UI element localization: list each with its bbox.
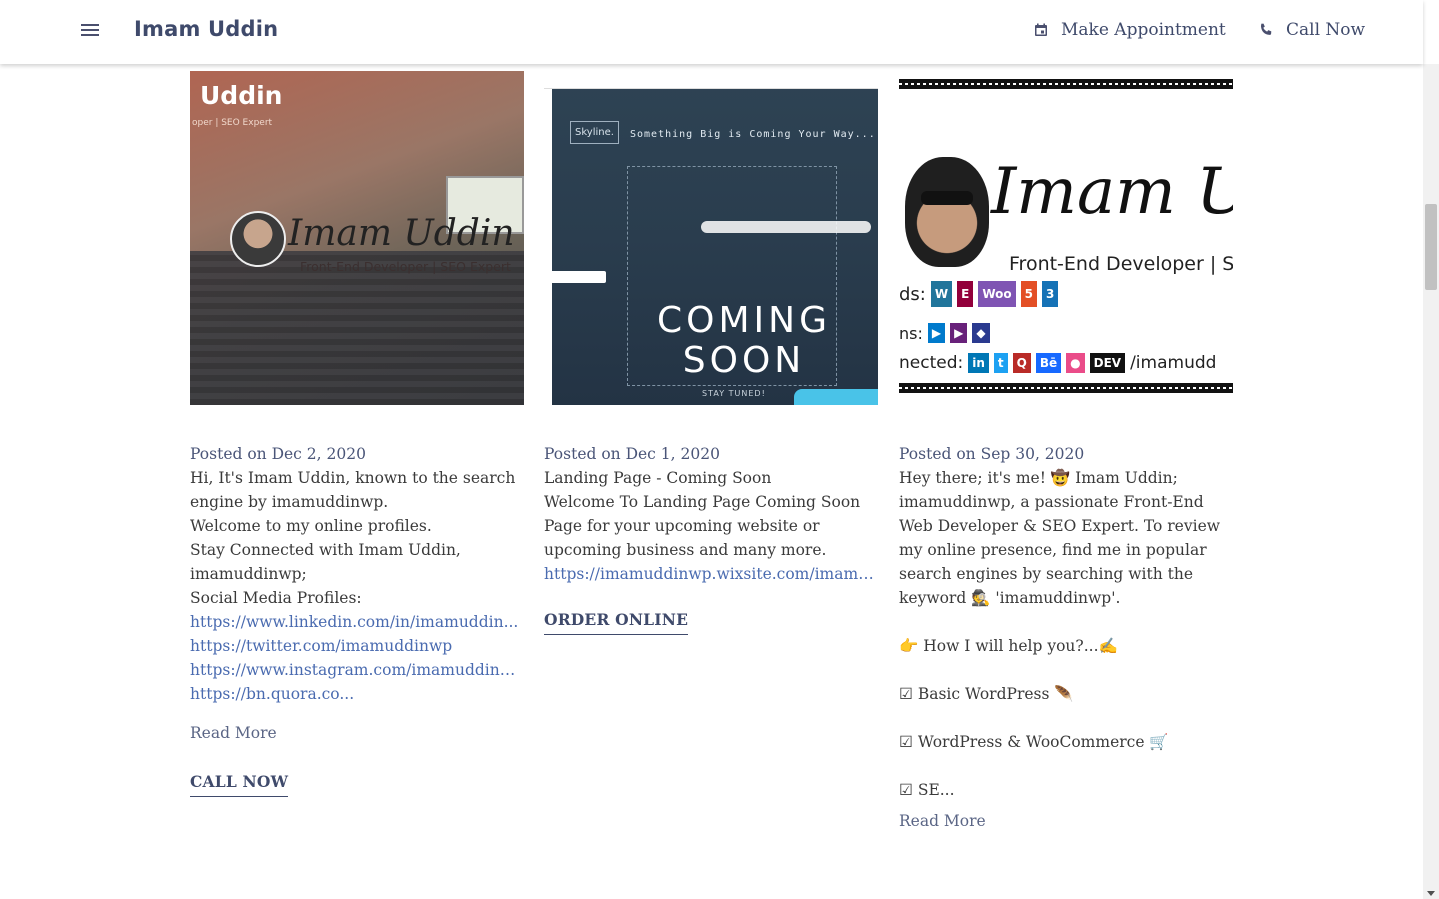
post-thumbnail[interactable]: Skyline. Something Big is Coming Your Wa… — [544, 71, 878, 405]
skills-row: ds: W E Woo 5 3 — [899, 281, 1059, 307]
make-appointment-label: Make Appointment — [1061, 20, 1226, 40]
bullet-line: ☑ Basic WordPress 🪶 — [899, 685, 1074, 703]
menu-icon[interactable] — [78, 21, 102, 43]
bullet-line: ☑ WordPress & WooCommerce 🛒 — [899, 733, 1169, 751]
order-online-button[interactable]: ORDER ONLINE — [544, 610, 689, 635]
post-card: Uddin oper | SEO Expert Imam Uddin Front… — [190, 71, 524, 797]
post-excerpt: Hey there; it's me! 🤠 Imam Uddin; imamud… — [899, 466, 1233, 802]
content-manager-tag — [544, 271, 606, 283]
excerpt-line: Web Developer & SEO Expert. To review — [899, 517, 1221, 535]
linkedin-icon: in — [968, 353, 989, 373]
excerpt-line: engine by imamuddinwp. — [190, 493, 389, 511]
twitter-link[interactable]: https://twitter.com/imamuddinwp — [190, 634, 524, 658]
quora-icon: Q — [1012, 353, 1031, 373]
calendar-icon — [1035, 23, 1047, 36]
css3-icon: 3 — [1041, 281, 1059, 307]
twitter-icon: t — [993, 353, 1008, 373]
excerpt-line: Stay Connected with Imam Uddin, — [190, 541, 461, 559]
behance-icon: Bē — [1035, 353, 1062, 373]
film-strip-divider — [899, 79, 1233, 89]
elementor-icon: E — [957, 281, 974, 307]
post-card: Skyline. Something Big is Coming Your Wa… — [544, 71, 878, 635]
read-more-link[interactable]: Read More — [899, 812, 986, 830]
headline-line: SOON — [682, 340, 806, 381]
editor-sidebar — [544, 89, 552, 405]
editor-toolbar — [544, 71, 878, 89]
vertical-scrollbar[interactable] — [1423, 64, 1439, 899]
signature-text: Imam Ud — [991, 155, 1233, 229]
wixsite-link[interactable]: https://imamuddinwp.wixsite.com/imamu... — [544, 562, 878, 586]
excerpt-line: Social Media Profiles: — [190, 589, 362, 607]
dev-icon: DEV — [1089, 353, 1126, 373]
row-prefix: nected: — [899, 353, 964, 373]
vscode-icon: ▶ — [927, 323, 946, 343]
woocommerce-icon: Woo — [978, 281, 1016, 307]
sunglasses-graphic — [921, 191, 973, 205]
excerpt-line: search engines by searching with the — [899, 565, 1194, 583]
row-prefix: ds: — [899, 283, 926, 305]
post-excerpt: Hi, It's Imam Uddin, known to the search… — [190, 466, 524, 706]
thumbnail-footer: STAY TUNED! — [702, 389, 766, 398]
post-date: Posted on Dec 2, 2020 — [190, 445, 366, 463]
headline-line: COMING — [657, 300, 831, 341]
excerpt-line: Welcome To Landing Page Coming Soon — [544, 493, 861, 511]
excerpt-line: imamuddinwp, a passionate Front-End — [899, 493, 1204, 511]
make-appointment-button[interactable]: Make Appointment — [1033, 20, 1226, 40]
post-excerpt: Landing Page - Coming Soon Welcome To La… — [544, 466, 878, 586]
scroll-down-arrow-icon[interactable] — [1427, 891, 1435, 896]
post-thumbnail[interactable]: Imam Ud Front-End Developer | SEO ds: W … — [899, 71, 1233, 405]
role-text: Front-End Developer | SEO — [1009, 253, 1233, 275]
bullet-line: ☑ SE... — [899, 781, 955, 799]
row-prefix: ns: — [899, 323, 923, 343]
thumbnail-brand: Skyline. — [570, 121, 619, 144]
image-toolbar — [701, 221, 871, 233]
film-strip-divider — [899, 383, 1233, 393]
thumbnail-tagline: Something Big is Coming Your Way... — [630, 129, 876, 140]
chat-widget — [794, 389, 878, 405]
read-more-link[interactable]: Read More — [190, 724, 277, 742]
excerpt-line: imamuddinwp; — [190, 565, 307, 583]
post-thumbnail[interactable]: Uddin oper | SEO Expert Imam Uddin Front… — [190, 71, 524, 405]
thumbnail-title: Uddin — [200, 81, 283, 110]
dribbble-icon: ● — [1066, 353, 1085, 373]
row-suffix: /imamudd — [1130, 353, 1217, 373]
avatar — [230, 211, 286, 267]
role-text: Front-End Developer | SEO Expert — [300, 259, 511, 274]
visual-studio-icon: ▶ — [950, 323, 968, 343]
coming-soon-headline: COMING SOON — [644, 301, 844, 381]
site-brand[interactable]: Imam Uddin — [134, 17, 278, 41]
quora-link[interactable]: https://bn.quora.co... — [190, 682, 524, 706]
tools-row: ns: ▶ ▶ ◆ — [899, 323, 990, 343]
excerpt-line: Landing Page - Coming Soon — [544, 469, 772, 487]
html5-icon: 5 — [1020, 281, 1037, 307]
wordpress-icon: W — [930, 281, 953, 307]
audience-image — [190, 251, 524, 405]
call-now-cta-button[interactable]: CALL NOW — [190, 772, 289, 797]
tool-icon: ◆ — [972, 323, 990, 343]
social-row: nected: in t Q Bē ● DEV /imamudd — [899, 353, 1216, 373]
excerpt-line: my online presence, find me in popular — [899, 541, 1207, 559]
excerpt-line: upcoming business and many more. — [544, 541, 827, 559]
excerpt-line: Hi, It's Imam Uddin, known to the search — [190, 469, 516, 487]
post-date: Posted on Dec 1, 2020 — [544, 445, 720, 463]
excerpt-line: keyword 🕵 'imamuddinwp'. — [899, 589, 1121, 607]
post-date: Posted on Sep 30, 2020 — [899, 445, 1085, 463]
linkedin-link[interactable]: https://www.linkedin.com/in/imamuddin... — [190, 610, 524, 634]
avatar — [905, 157, 989, 267]
excerpt-line: Page for your upcoming website or — [544, 517, 820, 535]
bullet-line: 👉 How I will help you?...✍ — [899, 637, 1118, 655]
signature-text: Imam Uddin — [288, 213, 515, 254]
phone-icon — [1260, 23, 1272, 35]
thumbnail-subtitle: oper | SEO Expert — [192, 118, 273, 128]
excerpt-line: Welcome to my online profiles. — [190, 517, 432, 535]
scrollbar-thumb[interactable] — [1425, 204, 1437, 290]
call-now-label: Call Now — [1286, 20, 1366, 40]
post-card: Imam Ud Front-End Developer | SEO ds: W … — [899, 71, 1233, 830]
instagram-link[interactable]: https://www.instagram.com/imamuddinw... — [190, 658, 524, 682]
top-app-bar: Imam Uddin Make Appointment Call Now — [0, 0, 1423, 64]
excerpt-line: Hey there; it's me! 🤠 Imam Uddin; — [899, 469, 1178, 487]
call-now-button[interactable]: Call Now — [1258, 20, 1365, 40]
